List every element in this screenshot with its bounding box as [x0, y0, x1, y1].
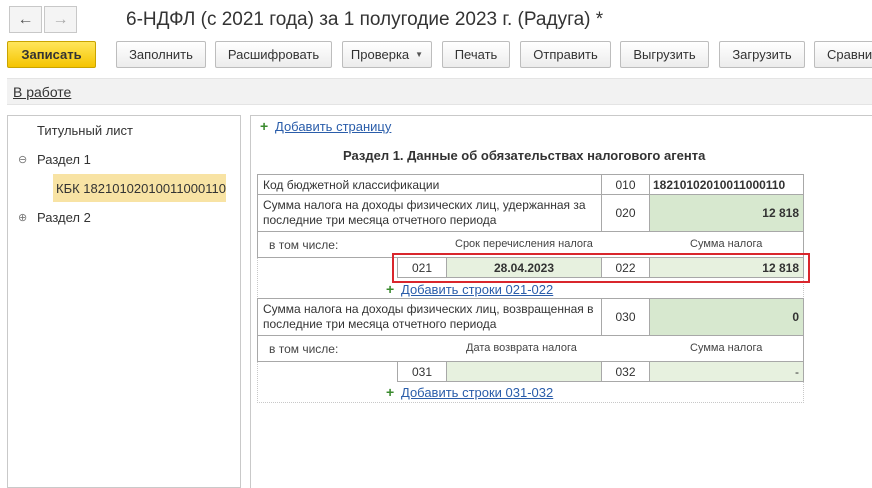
structure-tree-panel [7, 115, 241, 488]
code-010: 010 [601, 174, 650, 195]
tree-item-section2[interactable]: Раздел 2 [37, 210, 91, 225]
section-heading: Раздел 1. Данные об обязательствах налог… [343, 148, 706, 163]
code-030: 030 [601, 298, 650, 336]
decode-button[interactable]: Расшифровать [215, 41, 332, 68]
page-title: 6-НДФЛ (с 2021 года) за 1 полугодие 2023… [126, 9, 604, 30]
collapse-icon[interactable]: ⊖ [18, 153, 27, 166]
code-020: 020 [601, 194, 650, 232]
send-button[interactable]: Отправить [520, 41, 611, 68]
returned-label: Сумма налога на доходы физических лиц, в… [263, 302, 594, 331]
returned-value-field[interactable]: 0 [649, 298, 804, 336]
code-032: 032 [601, 361, 650, 382]
add-page-link[interactable]: Добавить страницу [275, 119, 391, 134]
back-button[interactable]: ← [9, 6, 42, 33]
included-label-1: в том числе: [269, 238, 339, 252]
add-rows-021-link[interactable]: Добавить строки 021-022 [401, 282, 553, 297]
export-button[interactable]: Выгрузить [620, 41, 709, 68]
withheld-label-cell: Сумма налога на доходы физических лиц, у… [257, 194, 602, 232]
returned-label-cell: Сумма налога на доходы физических лиц, в… [257, 298, 602, 336]
included-label-2: в том числе: [269, 342, 339, 356]
status-bar [7, 78, 872, 105]
return-date-field[interactable] [446, 361, 602, 382]
tax-sum-field-032[interactable]: - [649, 361, 804, 382]
expand-icon[interactable]: ⊕ [18, 211, 27, 224]
transfer-date-header: Срок перечисления налога [455, 238, 593, 250]
tree-item-kbk-label: КБК 18210102010011000110 [56, 181, 226, 196]
chevron-down-icon: ▼ [415, 50, 424, 59]
highlight-box [392, 253, 810, 283]
kbk-value-field[interactable]: 18210102010011000110 [649, 174, 804, 195]
forward-button[interactable]: → [44, 6, 77, 33]
withheld-label: Сумма налога на доходы физических лиц, у… [263, 198, 586, 227]
plus-icon: + [386, 281, 395, 297]
save-button[interactable]: Записать [7, 41, 96, 68]
return-date-header: Дата возврата налога [466, 342, 577, 354]
import-button[interactable]: Загрузить [719, 41, 805, 68]
check-button[interactable]: Проверка ▼ [342, 41, 432, 68]
compare-button[interactable]: Сравни [814, 41, 872, 68]
add-rows-031-link[interactable]: Добавить строки 031-032 [401, 385, 553, 400]
withheld-value-field[interactable]: 12 818 [649, 194, 804, 232]
kbk-label-cell: Код бюджетной классификации [257, 174, 602, 195]
fill-button[interactable]: Заполнить [116, 41, 206, 68]
plus-icon: + [260, 118, 269, 134]
check-button-label: Проверка [350, 47, 410, 62]
tax-sum-header-2: Сумма налога [690, 342, 763, 354]
code-031: 031 [397, 361, 447, 382]
arrow-right-icon: → [52, 10, 69, 28]
arrow-left-icon: ← [17, 10, 34, 28]
tree-item-section1[interactable]: Раздел 1 [37, 152, 91, 167]
kbk-label: Код бюджетной классификации [263, 178, 440, 192]
status-link[interactable]: В работе [13, 84, 71, 100]
tax-sum-header-1: Сумма налога [690, 238, 763, 250]
print-button[interactable]: Печать [442, 41, 510, 68]
plus-icon: + [386, 384, 395, 400]
tree-item-title-page[interactable]: Титульный лист [37, 123, 133, 138]
